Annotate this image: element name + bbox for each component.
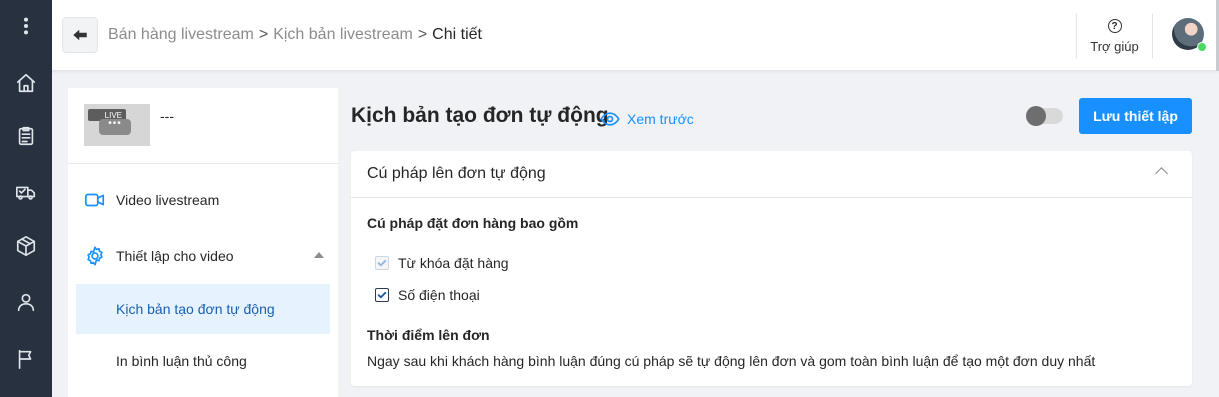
phone-number-checkbox[interactable] [375,288,389,302]
video-thumbnail[interactable]: LIVE ••• [84,104,150,146]
syntax-heading: Cú pháp đặt đơn hàng bao gồm [367,215,579,231]
option-label: Từ khóa đặt hàng [398,255,509,271]
sidebar-subitem-auto-order-script[interactable]: Kịch bản tạo đơn tự động [76,284,330,334]
timing-heading: Thời điểm lên đơn [367,327,490,343]
video-camera-icon [85,193,105,207]
option-phone-number[interactable]: Số điện thoại [375,287,480,303]
checkmark-icon [377,291,387,299]
breadcrumb-item-current: Chi tiết [432,26,482,43]
script-sidebar: LIVE ••• --- Video livestream Thiết lập … [68,88,338,397]
home-icon [16,73,36,93]
sidebar-item-video-settings[interactable]: Thiết lập cho video [84,236,330,276]
save-settings-button[interactable]: Lưu thiết lập [1079,98,1192,134]
user-icon [17,293,35,312]
breadcrumb: Bán hàng livestream > Kịch bản livestrea… [108,26,482,44]
eye-icon [600,112,620,126]
preview-label: Xem trước [627,111,694,127]
help-button[interactable]: ? Trợ giúp [1076,14,1152,58]
breadcrumb-separator: > [417,26,428,43]
toggle-knob [1026,106,1046,126]
breadcrumb-item-livestream-sales[interactable]: Bán hàng livestream [108,26,254,44]
sidebar-subitem-manual-comment-print[interactable]: In bình luận thủ công [76,336,330,386]
delivery-truck-icon [16,186,36,200]
top-header: Bán hàng livestream > Kịch bản livestrea… [52,0,1219,71]
option-label: Số điện thoại [398,287,480,303]
auto-order-toggle[interactable] [1026,106,1063,126]
order-keyword-checkbox[interactable] [375,256,389,270]
box-icon [16,236,36,256]
video-title: --- [160,108,174,124]
sidebar-item-label: Thiết lập cho video [116,248,234,264]
option-order-keyword[interactable]: Từ khóa đặt hàng [375,255,509,271]
more-vertical-icon [23,17,29,35]
help-label: Trợ giúp [1090,39,1139,54]
divider [68,163,338,164]
nav-orders[interactable] [0,110,52,162]
flag-icon [18,349,32,369]
sidebar-subitem-label: In bình luận thủ công [116,353,247,369]
auto-order-syntax-card: Cú pháp lên đơn tự động Cú pháp đặt đơn … [351,151,1192,386]
nav-products[interactable] [0,220,52,272]
breadcrumb-item-scripts[interactable]: Kịch bản livestream [273,26,413,44]
question-circle-icon: ? [1107,19,1122,33]
back-button[interactable] [62,17,98,53]
clipboard-icon [18,126,34,146]
checkmark-icon [377,259,387,267]
chat-bubble-icon: ••• [99,119,131,135]
timing-description: Ngay sau khi khách hàng bình luận đúng c… [367,353,1096,369]
left-rail [0,0,52,397]
more-menu-button[interactable] [0,0,52,52]
breadcrumb-separator: > [258,26,269,43]
chevron-up-icon[interactable] [1155,167,1168,180]
nav-shipping[interactable] [0,166,52,218]
settings-gear-icon [87,246,103,266]
sidebar-subitem-label: Kịch bản tạo đơn tự động [116,301,275,317]
preview-link[interactable]: Xem trước [600,109,694,129]
nav-customers[interactable] [0,276,52,328]
nav-reports[interactable] [0,333,52,385]
account-menu[interactable] [1152,14,1219,58]
sidebar-item-video-livestream[interactable]: Video livestream [84,180,330,220]
page-title: Kịch bản tạo đơn tự động [351,104,609,127]
card-title: Cú pháp lên đơn tự động [367,165,546,182]
online-status-dot [1197,42,1207,52]
sidebar-item-label: Video livestream [116,192,220,208]
nav-home[interactable] [0,57,52,109]
card-header[interactable]: Cú pháp lên đơn tự động [351,151,1192,198]
chevron-up-icon[interactable] [314,252,324,258]
arrow-left-icon [73,29,87,41]
